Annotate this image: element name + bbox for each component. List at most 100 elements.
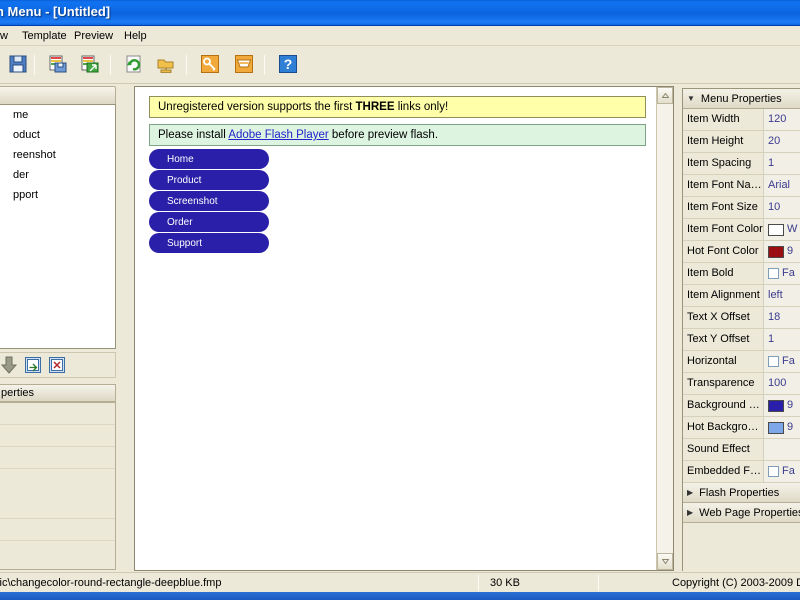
property-value[interactable]: W [764, 219, 800, 240]
property-row[interactable]: Item Width 120 [683, 109, 800, 131]
property-row[interactable]: Item Spacing 1 [683, 153, 800, 175]
help-button[interactable]: ? [276, 53, 300, 77]
preview-menu-button[interactable]: Home [149, 149, 269, 169]
left-property-row[interactable] [0, 403, 115, 425]
property-value-text: W [787, 223, 798, 235]
save-button[interactable] [6, 53, 30, 77]
property-row[interactable]: Horizontal Fa [683, 351, 800, 373]
properties-panel: ▼ Menu Properties Item Width 120 Item Height… [682, 88, 800, 583]
property-value[interactable]: 9 [764, 241, 800, 262]
property-row[interactable]: Item Font Name Arial [683, 175, 800, 197]
checkbox[interactable] [768, 466, 779, 477]
tree-item[interactable]: der [0, 165, 115, 185]
property-row[interactable]: Item Bold Fa [683, 263, 800, 285]
property-value[interactable]: 10 [764, 197, 800, 218]
publish-button[interactable] [154, 53, 178, 77]
delete-item-button[interactable] [47, 356, 67, 376]
chevron-right-icon: ▶ [687, 488, 694, 497]
refresh-button[interactable] [122, 53, 146, 77]
register-button[interactable] [198, 53, 222, 77]
left-properties-header[interactable]: perties [0, 384, 116, 402]
svg-text:?: ? [284, 56, 293, 72]
property-value-text: Fa [782, 465, 795, 477]
adobe-flash-player-link[interactable]: Adobe Flash Player [228, 129, 328, 141]
menu-template[interactable]: Template [16, 29, 73, 44]
move-down-button[interactable] [0, 356, 19, 376]
property-row[interactable]: Item Alignment left [683, 285, 800, 307]
property-value[interactable]: 9 [764, 417, 800, 438]
left-property-row[interactable] [0, 469, 115, 519]
properties-section-header[interactable]: ▶ Flash Properties [683, 483, 800, 503]
color-swatch[interactable] [768, 245, 784, 258]
tree-item[interactable]: oduct [0, 125, 115, 145]
tree-item[interactable]: reenshot [0, 145, 115, 165]
tree-item[interactable]: me [0, 105, 115, 125]
property-row[interactable]: Hot Backgroun... 9 [683, 417, 800, 439]
save-as-template-button[interactable] [46, 53, 70, 77]
preview-menu-button[interactable]: Order [149, 212, 269, 232]
property-value[interactable]: 9 [764, 395, 800, 416]
refresh-icon [124, 54, 144, 77]
color-swatch[interactable] [768, 399, 784, 412]
scroll-up-button[interactable] [657, 87, 673, 104]
left-property-row[interactable] [0, 447, 115, 469]
properties-section-header[interactable]: ▼ Menu Properties [683, 89, 800, 109]
property-row[interactable]: Item Height 20 [683, 131, 800, 153]
checkbox[interactable] [768, 268, 779, 279]
scroll-down-button[interactable] [657, 553, 673, 570]
buy-button[interactable] [232, 53, 256, 77]
property-row[interactable]: Text X Offset 18 [683, 307, 800, 329]
property-value[interactable]: Fa [764, 263, 800, 284]
property-value[interactable]: Fa [764, 461, 800, 482]
tree-toolbar [0, 352, 116, 378]
preview-menu-button[interactable]: Support [149, 233, 269, 253]
preview-menu-button[interactable]: Product [149, 170, 269, 190]
preview-menu-button[interactable]: Screenshot [149, 191, 269, 211]
property-row[interactable]: Item Font Color W [683, 219, 800, 241]
property-value-text: 10 [768, 201, 781, 213]
property-value[interactable]: 18 [764, 307, 800, 328]
checkbox[interactable] [768, 356, 779, 367]
color-swatch[interactable] [768, 421, 784, 434]
properties-section-label: Web Page Properties [699, 506, 800, 519]
window-title: h Menu - [Untitled] [0, 4, 111, 19]
property-row[interactable]: Embedded Font Fa [683, 461, 800, 483]
property-value[interactable]: 1 [764, 153, 800, 174]
property-value[interactable]: Arial [764, 175, 800, 196]
property-value[interactable]: 1 [764, 329, 800, 350]
status-divider-2 [598, 575, 599, 591]
left-property-row[interactable] [0, 519, 115, 541]
property-value[interactable] [764, 439, 800, 460]
add-item-button[interactable] [23, 356, 43, 376]
property-name: Text Y Offset [683, 329, 764, 350]
property-value[interactable]: 100 [764, 373, 800, 394]
menu-preview[interactable]: Preview [68, 29, 119, 44]
property-value[interactable]: 120 [764, 109, 800, 130]
warning-suffix: links only! [394, 101, 449, 113]
property-row[interactable]: Sound Effect [683, 439, 800, 461]
property-row[interactable]: Background Color 9 [683, 395, 800, 417]
property-value[interactable]: 20 [764, 131, 800, 152]
tree-item[interactable]: pport [0, 185, 115, 205]
notice-suffix: before preview flash. [328, 129, 439, 141]
left-panel-tabstrip[interactable] [0, 86, 116, 105]
property-row[interactable]: Transparence 100 [683, 373, 800, 395]
color-swatch[interactable] [768, 223, 784, 236]
left-property-row[interactable] [0, 425, 115, 447]
preview-vertical-scrollbar[interactable] [656, 87, 673, 570]
menu-item-tree[interactable]: me oduct reenshot der pport [0, 104, 116, 349]
property-row[interactable]: Text Y Offset 1 [683, 329, 800, 351]
menu-w[interactable]: w [0, 29, 14, 44]
property-value-text: Fa [782, 355, 795, 367]
property-value-text: Fa [782, 267, 795, 279]
menu-bar: w Template Preview Help [0, 26, 800, 46]
property-row[interactable]: Item Font Size 10 [683, 197, 800, 219]
export-button[interactable] [78, 53, 102, 77]
menu-help[interactable]: Help [118, 29, 153, 44]
left-properties-grid[interactable] [0, 402, 116, 570]
property-row[interactable]: Hot Font Color 9 [683, 241, 800, 263]
property-value[interactable]: left [764, 285, 800, 306]
status-copyright: Copyright (C) 2003-2009 Dr [672, 577, 800, 589]
properties-section-header[interactable]: ▶ Web Page Properties [683, 503, 800, 523]
property-value[interactable]: Fa [764, 351, 800, 372]
